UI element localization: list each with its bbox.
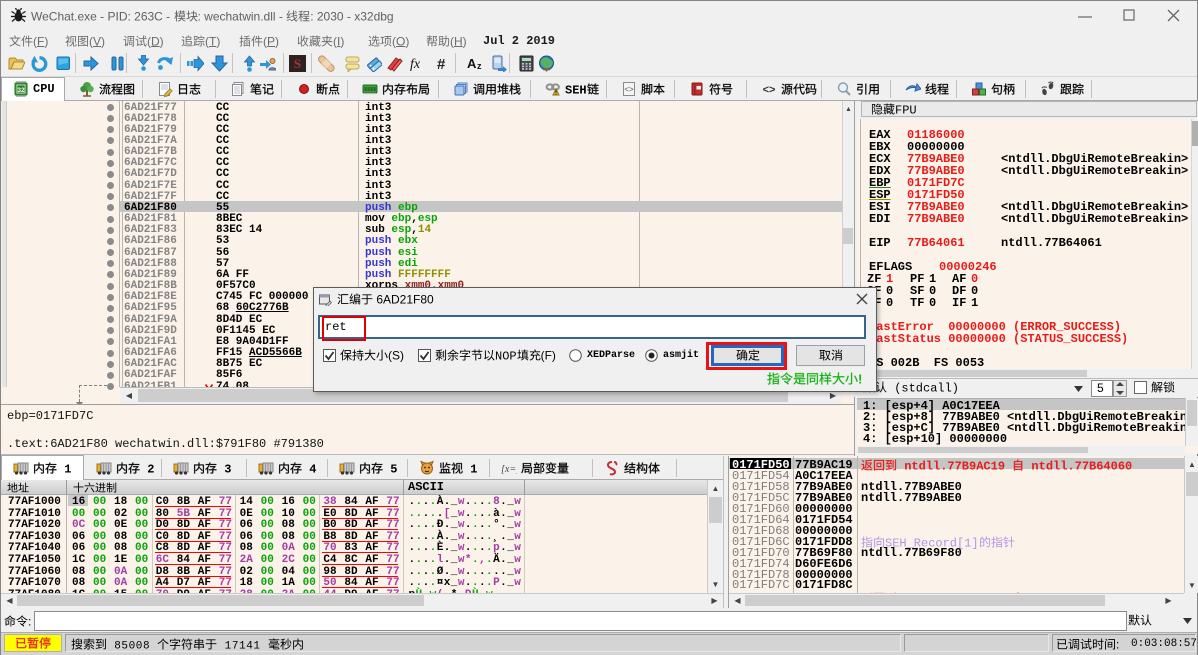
svg-text:[x=]: [x=] bbox=[501, 464, 517, 475]
svg-text:#: # bbox=[437, 56, 446, 72]
svg-text:<>: <> bbox=[624, 85, 634, 94]
svg-text:32: 32 bbox=[17, 87, 25, 94]
svg-text:<>: <> bbox=[763, 84, 776, 96]
svg-text:z: z bbox=[477, 61, 482, 71]
svg-text:!: ! bbox=[555, 91, 557, 97]
svg-text:A: A bbox=[467, 56, 477, 71]
svg-text:fx: fx bbox=[410, 57, 421, 72]
svg-text:S: S bbox=[294, 56, 301, 71]
